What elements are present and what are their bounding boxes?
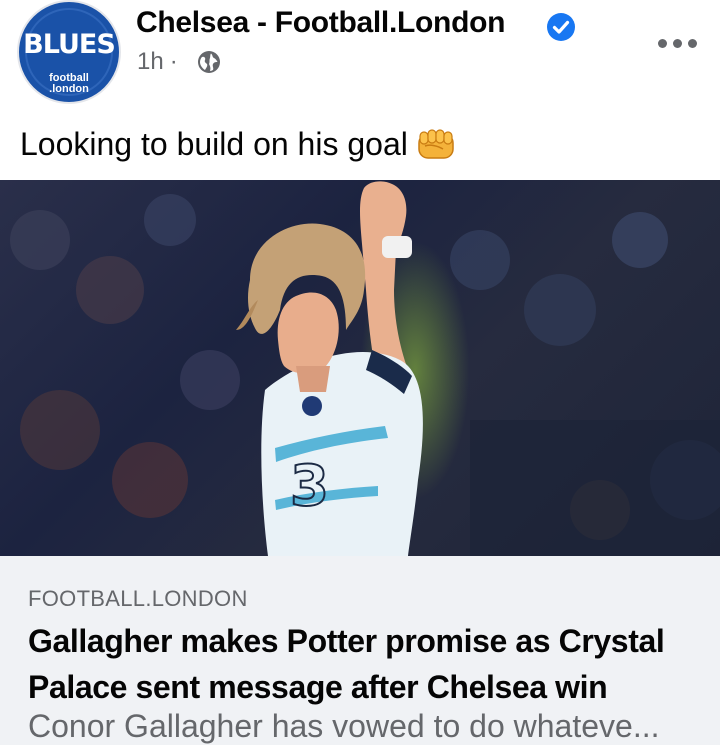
link-preview-title[interactable]: Gallagher makes Potter promise as Crysta… — [28, 618, 698, 710]
more-options-icon-dot — [672, 38, 682, 48]
post-caption: Looking to build on his goal — [20, 124, 456, 164]
svg-text:3: 3 — [290, 454, 329, 519]
link-preview-domain: FOOTBALL.LONDON — [28, 586, 248, 611]
oncoming-fist-emoji-icon — [418, 129, 454, 159]
more-options-button[interactable] — [654, 28, 700, 58]
verified-badge-icon — [547, 13, 575, 41]
post-header: BLUES football .london Chelsea - Footbal… — [0, 0, 720, 110]
post-caption-text: Looking to build on his goal — [20, 125, 408, 162]
page-avatar[interactable]: BLUES football .london — [17, 0, 121, 104]
more-options-icon-dot — [657, 38, 667, 48]
page-name-link[interactable]: Chelsea - Football.London — [136, 6, 505, 40]
globe-icon — [198, 51, 220, 73]
more-options-icon-dot — [687, 38, 697, 48]
avatar-subtext-line2: .london — [49, 83, 89, 95]
meta-separator: · — [169, 48, 178, 75]
post-meta: 1h · — [137, 48, 184, 76]
post-photo[interactable]: 3 — [0, 180, 720, 556]
player-figure: 3 — [236, 181, 423, 556]
post-timestamp[interactable]: 1h — [137, 48, 164, 75]
avatar-logo-text: BLUES — [23, 29, 116, 60]
avatar-subtext: football .london — [19, 73, 119, 95]
link-preview-description: Conor Gallagher has vowed to do whateve.… — [28, 708, 660, 744]
